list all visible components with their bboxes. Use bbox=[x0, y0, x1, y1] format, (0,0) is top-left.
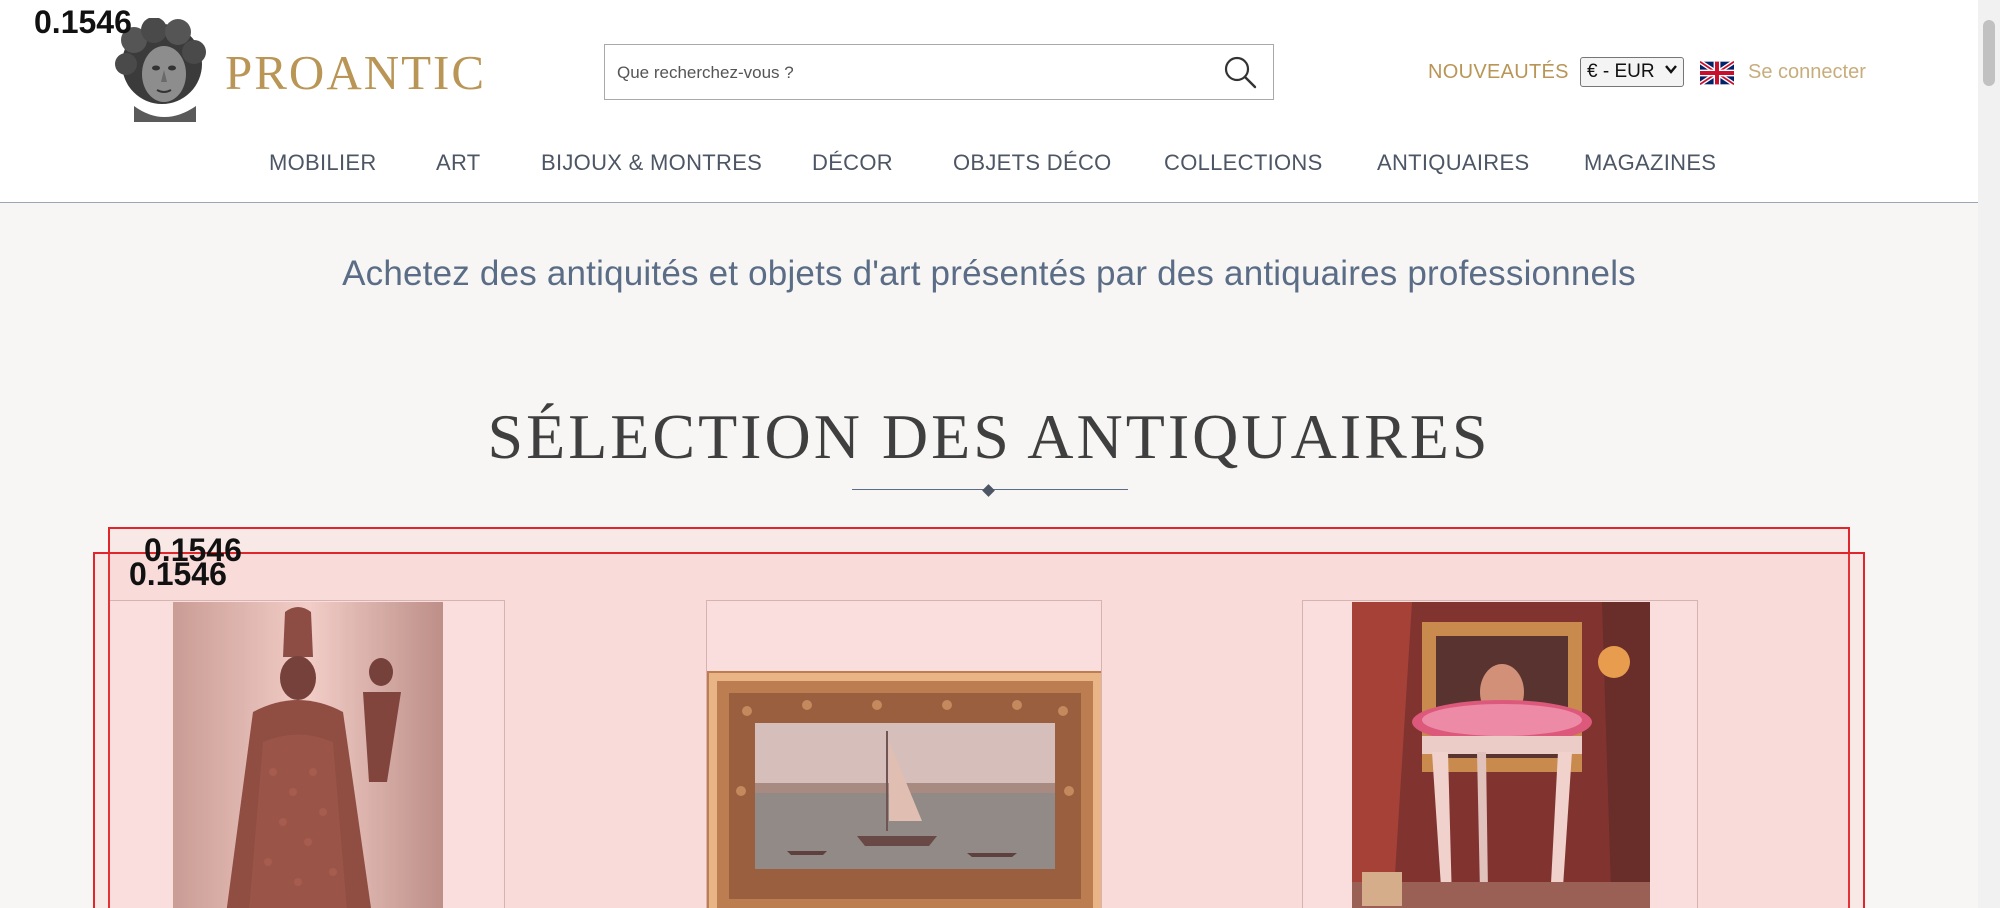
tagline: Achetez des antiquités et objets d'art p… bbox=[342, 254, 1636, 293]
nav-item-antiquaires[interactable]: ANTIQUAIRES bbox=[1377, 150, 1529, 176]
uk-flag-icon[interactable] bbox=[1700, 61, 1734, 85]
nav-item-collections[interactable]: COLLECTIONS bbox=[1164, 150, 1323, 176]
page-scrollbar[interactable] bbox=[1978, 0, 2000, 908]
nav-item-bijoux-montres[interactable]: BIJOUX & MONTRES bbox=[541, 150, 762, 176]
search-box bbox=[604, 44, 1274, 101]
nav-item-decor[interactable]: DÉCOR bbox=[812, 150, 893, 176]
currency-value: € - EUR bbox=[1587, 61, 1655, 82]
nav-item-magazines[interactable]: MAGAZINES bbox=[1584, 150, 1716, 176]
nouveautes-link[interactable]: NOUVEAUTÉS bbox=[1428, 61, 1569, 84]
search-input[interactable] bbox=[615, 45, 1199, 101]
site-header: PROANTIC NOUVEAUTÉS € - EUR Se connecter… bbox=[0, 0, 1978, 203]
section-title: SÉLECTION DES ANTIQUAIRES bbox=[487, 401, 1491, 472]
currency-select[interactable]: € - EUR bbox=[1580, 57, 1684, 87]
main-nav: MOBILIER ART BIJOUX & MONTRES DÉCOR OBJE… bbox=[0, 150, 1978, 180]
logo-text[interactable]: PROANTIC bbox=[225, 44, 486, 101]
nav-item-objets-deco[interactable]: OBJETS DÉCO bbox=[953, 150, 1112, 176]
detection-box bbox=[93, 552, 1865, 908]
chevron-down-icon bbox=[1665, 65, 1677, 74]
login-link[interactable]: Se connecter bbox=[1748, 61, 1866, 84]
page: PROANTIC NOUVEAUTÉS € - EUR Se connecter… bbox=[0, 0, 1978, 908]
scrollbar-thumb[interactable] bbox=[1983, 20, 1995, 86]
score-label: 0.1546 bbox=[129, 556, 227, 592]
score-label: 0.1546 bbox=[34, 4, 132, 40]
search-icon[interactable] bbox=[1223, 55, 1257, 89]
nav-item-art[interactable]: ART bbox=[436, 150, 481, 176]
divider-diamond-icon bbox=[982, 484, 995, 497]
nav-item-mobilier[interactable]: MOBILIER bbox=[269, 150, 377, 176]
